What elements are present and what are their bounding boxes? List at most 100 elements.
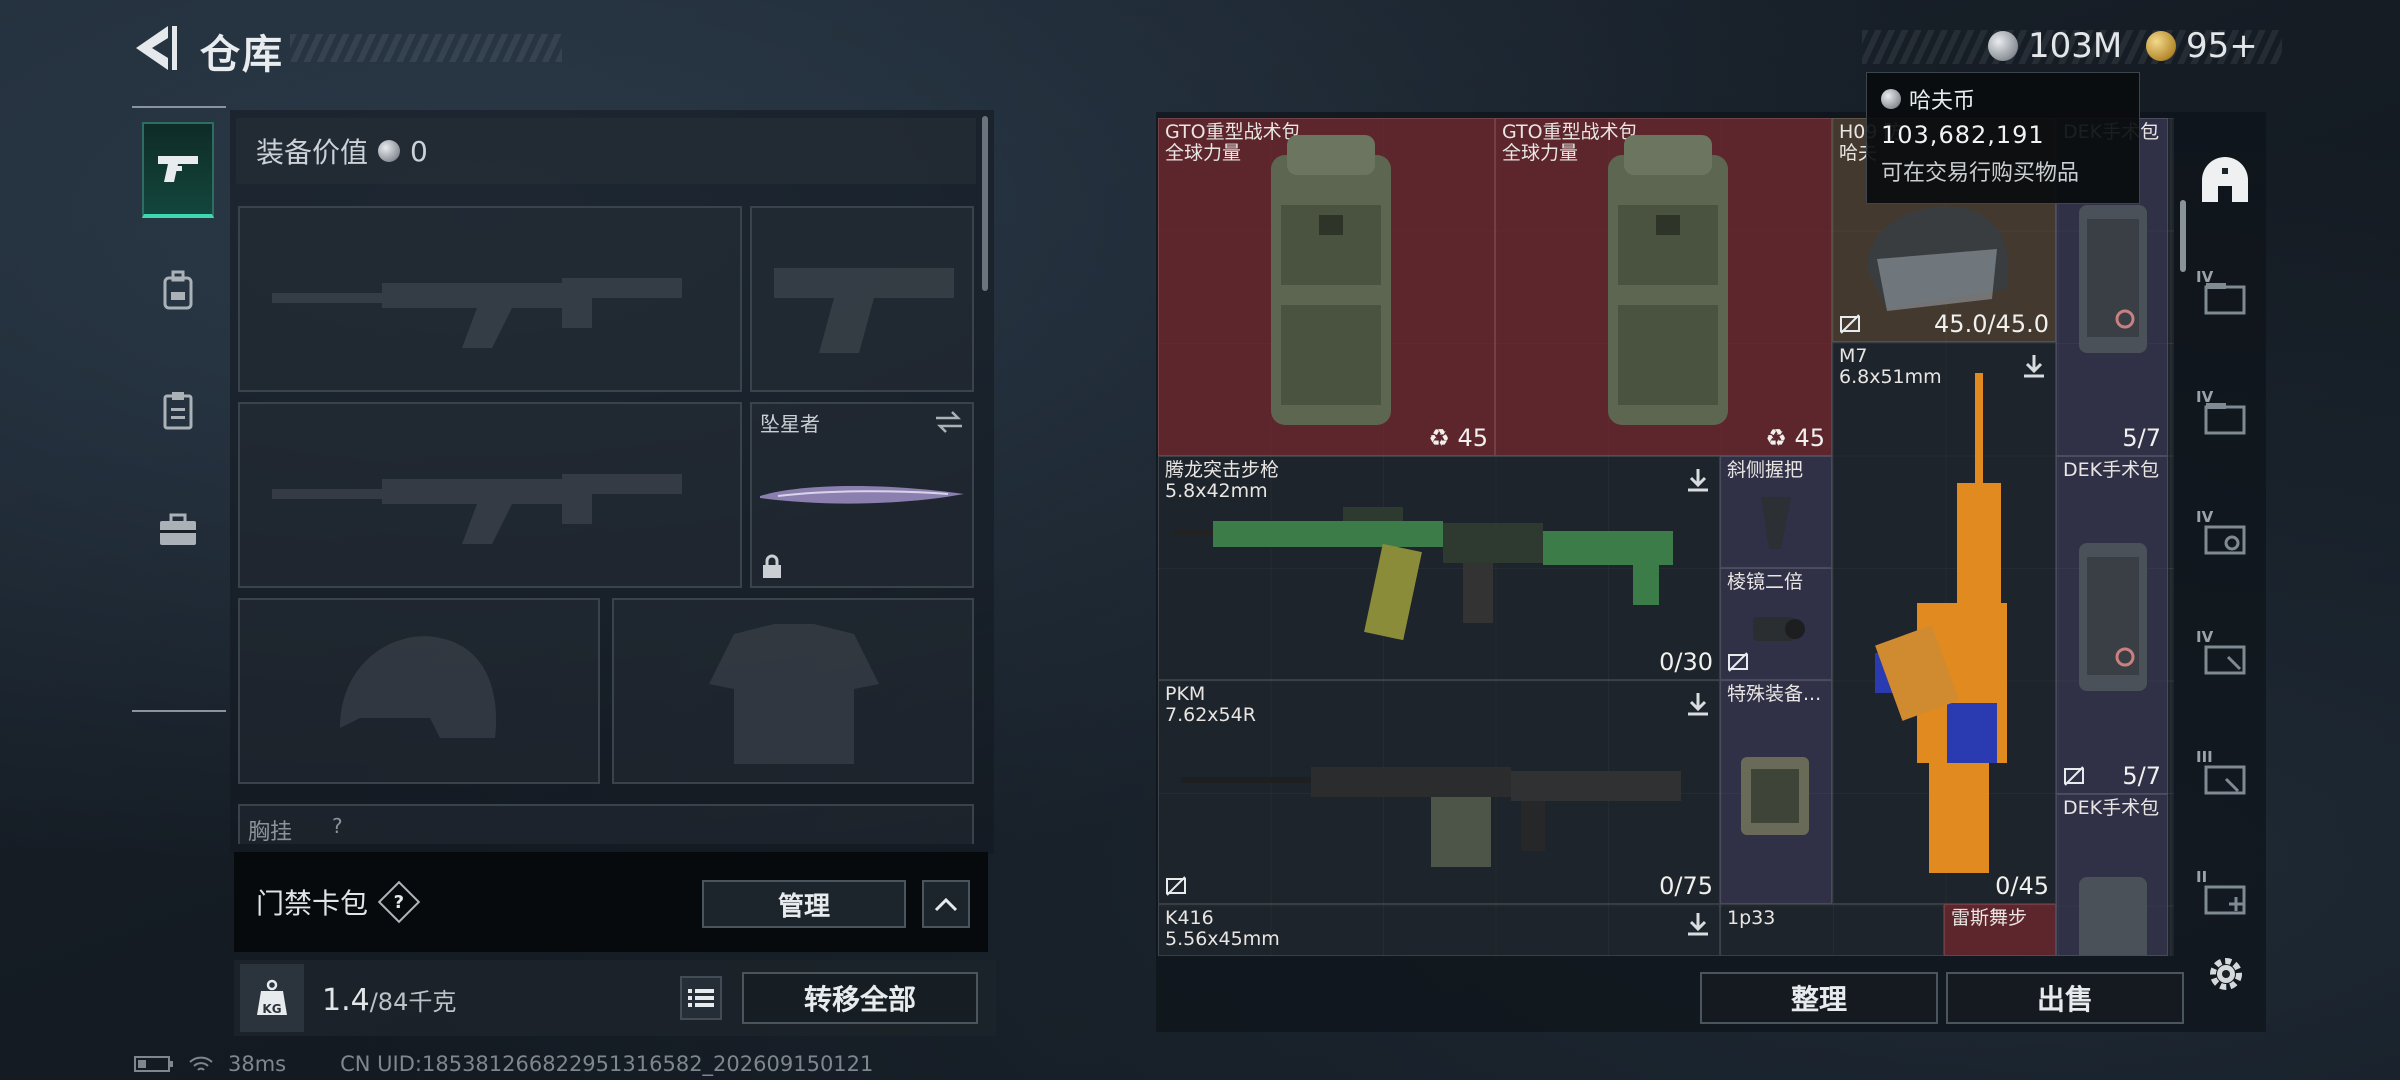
surgical-kit-icon	[2079, 877, 2147, 955]
help-icon[interactable]: ?	[377, 880, 421, 924]
wifi-icon	[189, 1056, 213, 1071]
grid-item-1p33[interactable]: 1p33	[1720, 904, 1944, 956]
rifle-silhouette-icon	[272, 278, 682, 348]
rail-item-expansion-5[interactable]: III	[2196, 748, 2254, 806]
grid-item-special-equipment[interactable]: 特殊装备...	[1720, 680, 1832, 904]
sell-button[interactable]: 出售	[1946, 972, 2184, 1024]
list-icon	[688, 989, 714, 1007]
equipment-value-label: 装备价值	[256, 136, 369, 169]
tab-vest[interactable]	[142, 362, 214, 458]
grid-item-backpack-1[interactable]: GTO重型战术包 全球力量 ♻ 45	[1158, 118, 1495, 456]
helmet-slot[interactable]	[238, 598, 600, 784]
rail-item-home[interactable]	[2196, 148, 2254, 206]
helmet-icon	[1867, 206, 2009, 311]
weight-current: 1.4	[322, 983, 370, 1018]
item-count: ♻ 45	[1765, 424, 1825, 452]
currency-tooltip: 哈夫币 103,682,191 可在交易行购买物品	[1866, 72, 2140, 204]
back-button[interactable]	[128, 20, 180, 76]
transfer-all-button[interactable]: 转移全部	[742, 972, 978, 1024]
list-view-button[interactable]	[680, 976, 722, 1020]
no-insure-icon	[1728, 652, 1748, 672]
settings-button[interactable]	[2204, 952, 2248, 996]
no-insure-icon	[2064, 766, 2084, 786]
machine-gun-icon	[1181, 767, 1681, 867]
grid-item-surgical-kit-2[interactable]: DEK手术包 5/7	[2056, 456, 2168, 794]
chest-rig-help: ?	[332, 814, 343, 838]
card-bag-label: 门禁卡包	[256, 887, 369, 920]
grid-item-angled-grip[interactable]: 斜侧握把	[1720, 456, 1832, 568]
pistol-slot[interactable]	[750, 206, 974, 392]
armor-silhouette-icon	[709, 624, 879, 764]
chest-rig-slot[interactable]: 胸挂 ?	[238, 804, 974, 845]
download-icon[interactable]	[1685, 911, 1711, 937]
scope-icon	[1753, 617, 1805, 641]
gold-coin-icon	[2146, 31, 2176, 61]
rail-item-expansion-1[interactable]: IV	[2196, 268, 2254, 326]
weight-max: /84千克	[369, 988, 457, 1016]
surgical-kit-icon	[2079, 543, 2147, 691]
rail-item-expansion-2[interactable]: IV	[2196, 388, 2254, 446]
haf-coin-icon	[378, 140, 401, 162]
swap-icon[interactable]	[934, 410, 964, 434]
sort-button[interactable]: 整理	[1700, 972, 1938, 1024]
weight-readout: 1.4/84千克	[322, 982, 456, 1018]
item-count: ♻ 45	[1428, 424, 1488, 452]
primary-weapon-slot-2[interactable]	[238, 402, 742, 588]
gold-currency[interactable]: 95+	[2146, 26, 2258, 66]
silver-amount: 103M	[2028, 26, 2123, 66]
grid-item-prism-scope[interactable]: 棱镜二倍	[1720, 568, 1832, 680]
knife-icon	[760, 485, 964, 504]
melee-label: 坠星者	[760, 412, 820, 436]
armor-slot[interactable]	[612, 598, 974, 784]
battery-icon	[134, 1056, 173, 1072]
left-tab-rail	[132, 106, 226, 712]
tab-weapons[interactable]	[142, 122, 214, 218]
clipboard-icon	[163, 392, 193, 430]
grid-item-backpack-2[interactable]: GTO重型战术包 全球力量 ♻ 45	[1495, 118, 1832, 456]
warehouse-grid: GTO重型战术包 全球力量 ♻ 45 GTO重型战术包 全球力量 ♻ 45 H0…	[1158, 118, 2174, 956]
rifle-silhouette-icon	[272, 474, 682, 544]
battle-rifle-icon	[1875, 373, 2007, 873]
surgical-kit-icon	[2079, 205, 2147, 353]
grid-item-m7-rifle[interactable]: M7 6.8x51mm 0/45	[1832, 342, 2056, 904]
helmet-silhouette-icon	[340, 636, 497, 738]
user-uid: CN UID:185381266822951316582_20260915012…	[340, 1052, 874, 1076]
grid-item-tenglong-rifle[interactable]: 腾龙突击步枪 5.8x42mm 0/30	[1158, 456, 1720, 680]
storage-add-icon	[2204, 885, 2246, 915]
chest-rig-label: 胸挂	[248, 820, 293, 845]
pistol-icon	[158, 156, 198, 182]
haf-coin-icon	[1881, 89, 1901, 109]
rail-item-expansion-4[interactable]: IV	[2196, 628, 2254, 686]
collapse-button[interactable]	[922, 880, 970, 928]
tab-backpack[interactable]	[142, 242, 214, 338]
tab-toolbox[interactable]	[142, 482, 214, 578]
page-title: 仓库	[200, 32, 284, 78]
equipment-value: 0	[410, 134, 428, 168]
grid-item-rais-dance[interactable]: 雷斯舞步	[1944, 904, 2056, 956]
tooltip-description: 可在交易行购买物品	[1881, 161, 2080, 186]
equipment-scrollbar[interactable]	[982, 116, 988, 291]
kg-label: KG	[262, 1002, 282, 1016]
gear-icon	[2210, 958, 2242, 990]
weight-icon: KG	[240, 964, 304, 1032]
back-arrow-icon	[136, 26, 177, 70]
download-icon[interactable]	[1685, 691, 1711, 717]
grid-item-k416[interactable]: K416 5.56x45mm	[1158, 904, 1720, 956]
haf-coin-icon	[1988, 31, 2018, 61]
pistol-silhouette-icon	[774, 268, 954, 353]
lock-icon	[763, 554, 781, 578]
melee-slot[interactable]: 坠星者	[750, 402, 974, 588]
rail-item-expansion-3[interactable]: IV	[2196, 508, 2254, 566]
toolbox-icon	[160, 513, 196, 545]
manage-button[interactable]: 管理	[702, 880, 906, 928]
warehouse-icon	[2202, 157, 2248, 202]
silver-currency[interactable]: 103M	[1988, 26, 2122, 66]
no-insure-icon	[1840, 314, 1860, 334]
rail-item-expansion-6[interactable]: II	[2196, 868, 2254, 926]
grid-item-pkm[interactable]: PKM 7.62x54R 0/75	[1158, 680, 1720, 904]
equipment-case-icon	[1741, 757, 1809, 835]
equipment-value-bar: 装备价值 0	[236, 118, 976, 184]
backpack-icon	[1608, 135, 1728, 425]
grid-item-surgical-kit-3[interactable]: DEK手术包	[2056, 794, 2168, 956]
primary-weapon-slot-1[interactable]	[238, 206, 742, 392]
